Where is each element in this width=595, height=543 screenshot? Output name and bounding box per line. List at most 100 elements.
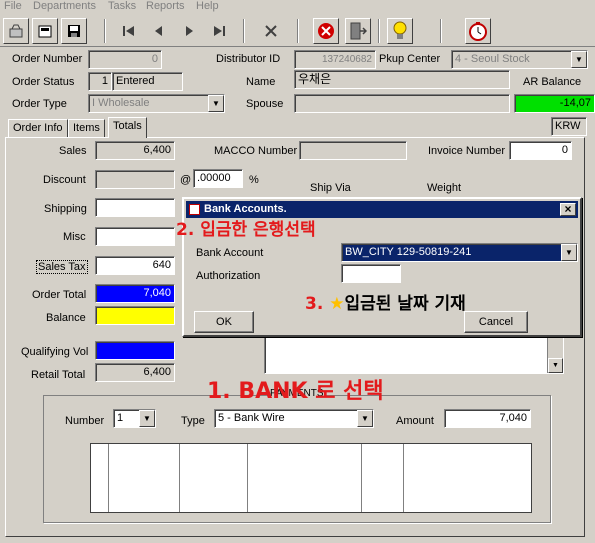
ar-balance-field: -14,07: [514, 94, 595, 113]
dialog-title: Bank Accounts.: [204, 203, 287, 215]
macco-label: MACCO Number: [214, 145, 298, 157]
grid-column: [179, 444, 180, 512]
sales-field: 6,400: [95, 141, 175, 160]
notes-scrollbar[interactable]: ▼: [547, 337, 563, 373]
payment-amount-field[interactable]: 7,040: [444, 409, 531, 428]
authorization-label: Authorization: [196, 270, 261, 282]
payment-amount-label: Amount: [396, 415, 434, 427]
misc-field[interactable]: [95, 227, 175, 246]
ar-balance-label: AR Balance: [523, 76, 582, 88]
authorization-field[interactable]: [341, 264, 401, 283]
payment-number-select[interactable]: 1 ▼: [113, 409, 156, 428]
next-record-icon[interactable]: [176, 18, 202, 44]
tab-items[interactable]: Items: [68, 119, 105, 138]
order-total-label: Order Total: [32, 289, 87, 301]
distributor-id-field[interactable]: 137240682: [294, 50, 376, 69]
payment-type-select[interactable]: 5 - Bank Wire ▼: [214, 409, 374, 428]
percent-symbol: %: [249, 174, 259, 186]
first-record-icon[interactable]: [116, 18, 142, 44]
chevron-down-icon[interactable]: ▼: [571, 51, 587, 68]
close-icon[interactable]: ×: [560, 203, 576, 216]
discount-label: Discount: [43, 174, 86, 186]
cancel-button[interactable]: Cancel: [464, 311, 528, 333]
chevron-down-icon[interactable]: ▼: [139, 410, 155, 427]
payment-type-value: 5 - Bank Wire: [218, 412, 285, 424]
toolbar: [0, 15, 595, 47]
last-record-icon[interactable]: [206, 18, 232, 44]
sales-tax-field[interactable]: 640: [95, 256, 175, 275]
lightbulb-icon[interactable]: [387, 18, 413, 44]
bank-account-value: BW_CITY 129-50819-241: [345, 246, 472, 258]
menu-reports[interactable]: Reports: [146, 0, 185, 12]
delete-icon[interactable]: [258, 18, 284, 44]
chevron-down-icon[interactable]: ▼: [357, 410, 373, 427]
menu-tasks[interactable]: Tasks: [108, 0, 136, 12]
chevron-down-icon[interactable]: ▼: [548, 358, 563, 373]
sales-label: Sales: [59, 145, 87, 157]
bank-account-select[interactable]: BW_CITY 129-50819-241 ▼: [341, 243, 578, 262]
qualifying-vol-label: Qualifying Vol: [21, 346, 89, 358]
annotation-step3-text: 입금된 날짜 기재: [344, 294, 466, 314]
tab-totals[interactable]: Totals: [108, 117, 147, 138]
chevron-down-icon[interactable]: ▼: [561, 244, 577, 261]
window-icon: [189, 204, 200, 215]
payments-grid[interactable]: [90, 443, 532, 513]
order-status-code: 1: [88, 72, 112, 91]
save-icon[interactable]: [61, 18, 87, 44]
balance-field: [95, 306, 175, 325]
order-total-field: 7,040: [95, 284, 175, 303]
misc-label: Misc: [63, 231, 86, 243]
spouse-label: Spouse: [246, 98, 284, 110]
annotation-step2: 2. 입금한 은행선택: [176, 220, 316, 240]
payment-type-label: Type: [181, 415, 205, 427]
order-type-label: Order Type: [12, 98, 67, 110]
tab-order-info[interactable]: Order Info: [8, 119, 68, 138]
currency-field: KRW: [551, 117, 587, 136]
order-status-label: Order Status: [12, 76, 75, 88]
order-number-field[interactable]: 0: [88, 50, 162, 69]
discount-rate-field[interactable]: .00000: [193, 169, 243, 188]
menu-help[interactable]: Help: [196, 0, 219, 12]
payment-number-value: 1: [117, 412, 124, 424]
name-label: Name: [246, 76, 276, 88]
grid-column: [361, 444, 362, 512]
weight-label: Weight: [427, 182, 462, 194]
annotation-step3-prefix: 3.: [305, 294, 330, 314]
grid-column: [108, 444, 109, 512]
ok-button[interactable]: OK: [194, 311, 254, 333]
name-field[interactable]: 우채은: [294, 70, 510, 89]
open-icon[interactable]: [32, 18, 58, 44]
pickup-center-label: Pkup Center: [379, 53, 441, 65]
balance-label: Balance: [46, 312, 86, 324]
macco-field[interactable]: [299, 141, 407, 160]
order-number-label: Order Number: [12, 53, 83, 65]
spouse-field[interactable]: [294, 94, 510, 113]
shipping-field[interactable]: [95, 198, 175, 217]
menu-bar: File Departments Tasks Reports Help: [0, 0, 595, 14]
chevron-down-icon[interactable]: ▼: [208, 95, 224, 112]
menu-file[interactable]: File: [4, 0, 22, 12]
shipping-label: Shipping: [44, 203, 87, 215]
at-symbol: @: [180, 174, 192, 186]
order-type-value: I Wholesale: [92, 97, 150, 109]
bank-account-label: Bank Account: [196, 247, 264, 259]
grid-column: [247, 444, 248, 512]
timer-icon[interactable]: [465, 18, 491, 44]
star-icon: ★: [329, 294, 345, 314]
exit-door-icon[interactable]: [345, 18, 371, 44]
discount-field: [95, 170, 175, 189]
menu-departments[interactable]: Departments: [33, 0, 96, 12]
notes-textarea[interactable]: ▼: [264, 336, 564, 374]
invoice-field[interactable]: 0: [509, 141, 572, 160]
previous-record-icon[interactable]: [146, 18, 172, 44]
retail-total-field: 6,400: [95, 363, 175, 382]
retail-total-label: Retail Total: [31, 369, 86, 381]
order-status-field: Entered: [112, 72, 183, 91]
pickup-center-value: 4 - Seoul Stock: [455, 53, 530, 65]
cancel-order-icon[interactable]: [313, 18, 339, 44]
payment-number-label: Number: [65, 415, 105, 427]
new-icon[interactable]: [3, 18, 29, 44]
order-type-select[interactable]: I Wholesale ▼: [88, 94, 225, 113]
pickup-center-select[interactable]: 4 - Seoul Stock ▼: [451, 50, 588, 69]
sales-tax-label: Sales Tax: [36, 260, 88, 274]
